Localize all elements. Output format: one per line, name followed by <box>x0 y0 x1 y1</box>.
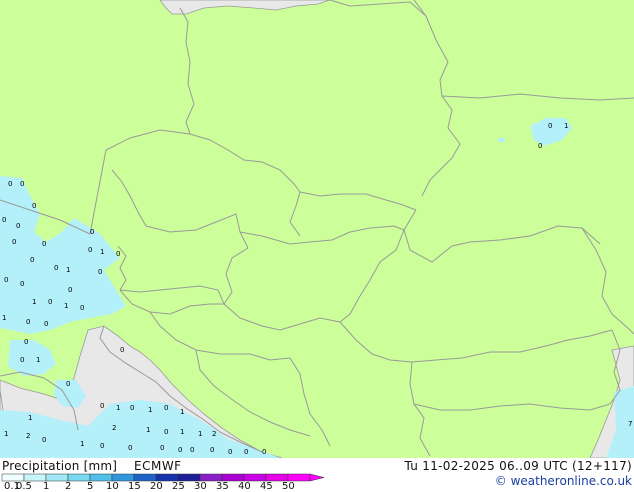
precip-value-label: 1 <box>146 426 150 434</box>
precip-value-label: 0 <box>90 228 94 236</box>
precipitation-color-scale <box>1 473 325 482</box>
precip-value-label: 0 <box>160 444 164 452</box>
map-canvas: 0 000000 00 1 000 1 00 001 0 1 01 0 0001000 1 0 1 0 111 2 0… <box>0 0 634 458</box>
scale-tick-label: 50 <box>282 481 295 492</box>
precip-value-label: 0 <box>54 264 58 272</box>
precip-value-label: 2 <box>26 432 30 440</box>
precip-value-label: 1 <box>66 266 70 274</box>
precip-value-label: 0 <box>98 268 102 276</box>
precip-value-label: 1 <box>100 248 104 256</box>
scale-arrow <box>309 473 325 482</box>
scale-tick-label: 20 <box>150 481 163 492</box>
precip-value-label: 0 <box>20 180 24 188</box>
precip-value-label: 0 <box>30 256 34 264</box>
scale-tick-label: 15 <box>128 481 141 492</box>
precip-value-label: 0 <box>24 338 28 346</box>
scale-tick-label: 5 <box>87 481 94 492</box>
precip-value-label: 0 <box>100 402 104 410</box>
precip-value-label: 0 <box>8 180 12 188</box>
scale-color-cell <box>133 473 157 482</box>
scale-color-cell <box>243 473 267 482</box>
precip-value-label: 0 <box>26 318 30 326</box>
precip-value-label: 1 <box>64 302 68 310</box>
scale-color-cell <box>265 473 289 482</box>
precip-value-label: 0 <box>210 446 214 454</box>
scale-tick-label: 10 <box>106 481 119 492</box>
precip-value-label: 0 <box>164 428 168 436</box>
precip-value-label: 1 <box>148 406 152 414</box>
scale-tick-label: 40 <box>238 481 251 492</box>
scale-color-cell <box>89 473 113 482</box>
scale-tick-label: 2 <box>65 481 72 492</box>
precip-value-label: 0 <box>16 222 20 230</box>
precip-value-label: 0 <box>120 346 124 354</box>
precip-value-label: 1 <box>80 440 84 448</box>
precip-value-label: 1 <box>2 314 6 322</box>
scale-color-cell <box>23 473 47 482</box>
precip-value-label: 0 <box>12 238 16 246</box>
precip-value-label: 0 <box>548 122 552 130</box>
precip-value-label: 0 <box>228 448 232 456</box>
scale-tick-label: 30 <box>194 481 207 492</box>
precip-value-label: 0 <box>4 276 8 284</box>
scale-color-cell <box>111 473 135 482</box>
precip-value-label: 0 <box>100 442 104 450</box>
precip-value-label: 0 <box>80 304 84 312</box>
scale-color-cell <box>67 473 91 482</box>
precip-value-label: 1 <box>28 414 32 422</box>
precip-value-label: 0 <box>88 246 92 254</box>
precip-value-label: 0 <box>130 404 134 412</box>
precip-value-label: 0 <box>262 448 266 456</box>
product-label: Precipitation [mm] <box>2 459 118 473</box>
precip-value-label: 0 <box>44 320 48 328</box>
precip-value-label: 0 <box>116 250 120 258</box>
scale-color-cell <box>199 473 223 482</box>
scale-tick-label: 0.5 <box>16 481 32 492</box>
scale-color-cell <box>287 473 311 482</box>
scale-tick-label: 35 <box>216 481 229 492</box>
precip-value-label: 2 <box>112 424 116 432</box>
precip-value-label: 0 <box>128 444 132 452</box>
precip-value-label: 0 <box>20 356 24 364</box>
precip-value-label: 0 <box>32 202 36 210</box>
scale-tick-label: 1 <box>43 481 50 492</box>
precip-value-label: 1 <box>180 408 184 416</box>
precip-value-label: 0 <box>244 448 248 456</box>
precip-value-label: 0 <box>164 404 168 412</box>
precip-value-label: 0 <box>20 280 24 288</box>
model-label: ECMWF <box>134 459 182 473</box>
precip-value-label: 1 <box>32 298 36 306</box>
precip-value-label: 0 <box>2 216 6 224</box>
precip-value-label: 0 <box>42 240 46 248</box>
precip-value-label: 0 <box>538 142 542 150</box>
valid-time-label: Tu 11-02-2025 06..09 UTC (12+117) <box>404 459 632 473</box>
precip-value-label: 1 <box>564 122 568 130</box>
scale-color-cell <box>221 473 245 482</box>
precip-value-label: 0 <box>178 446 182 454</box>
precip-value-label: 1 <box>36 356 40 364</box>
precip-value-label: 0 <box>42 436 46 444</box>
precip-value-label: 0 <box>190 446 194 454</box>
scale-color-cell <box>155 473 179 482</box>
precip-value-label: 0 <box>48 298 52 306</box>
precip-value-label: 0 <box>66 380 70 388</box>
scale-color-cell <box>177 473 201 482</box>
precip-value-label: 1 <box>198 430 202 438</box>
precip-value-label: 7 <box>628 420 632 428</box>
scale-color-cell <box>45 473 69 482</box>
scale-color-cell <box>1 473 25 482</box>
scale-tick-label: 25 <box>172 481 185 492</box>
map-area[interactable]: 0000000001000100001010100001000101011120… <box>0 0 634 458</box>
scale-tick-label: 45 <box>260 481 273 492</box>
credit-link[interactable]: © weatheronline.co.uk <box>495 474 632 488</box>
precip-value-label: 2 <box>212 430 216 438</box>
precip-value-label: 1 <box>4 430 8 438</box>
precip-value-label: 1 <box>116 404 120 412</box>
precip-value-label: 0 <box>68 286 72 294</box>
precip-value-label: 1 <box>180 428 184 436</box>
